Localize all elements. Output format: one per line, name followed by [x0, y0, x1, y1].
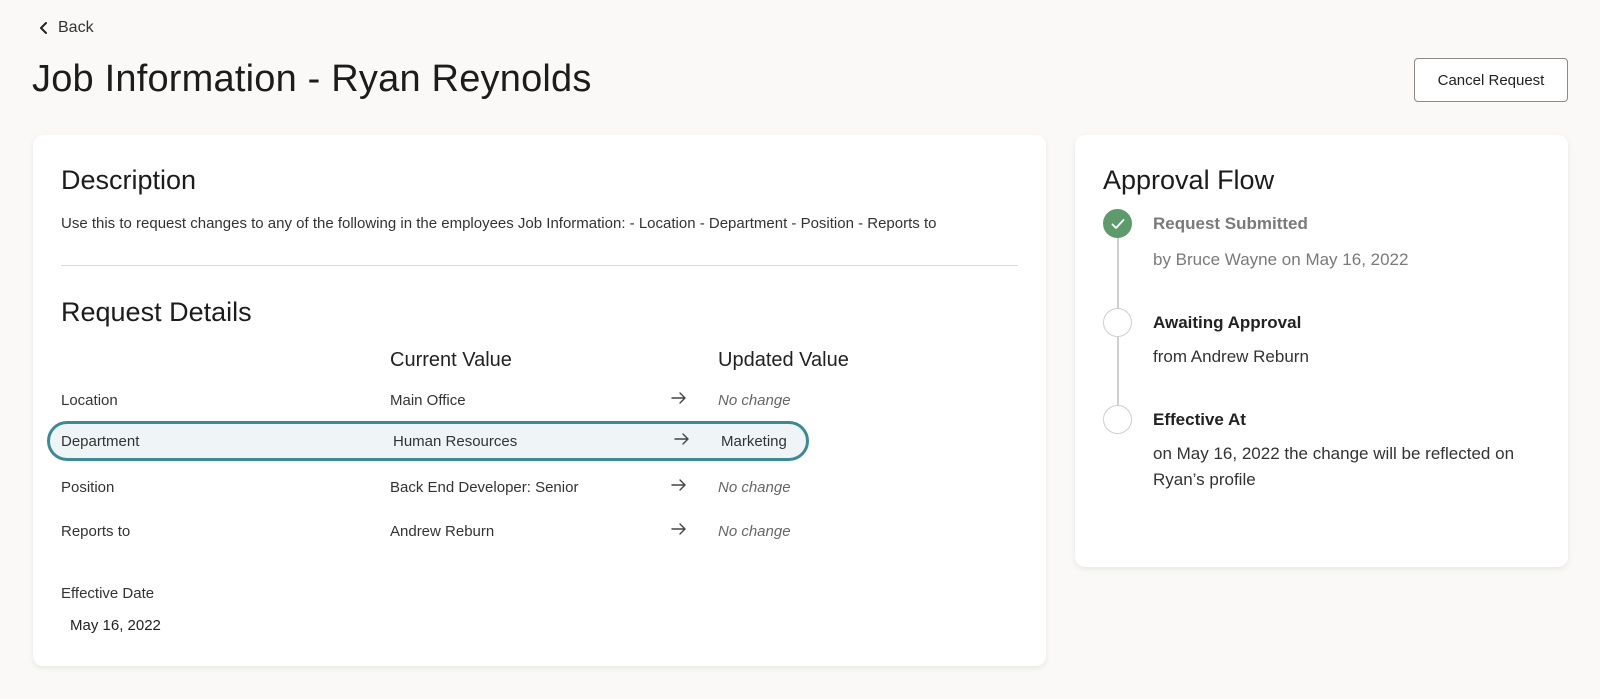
step-subtitle: by Bruce Wayne on May 16, 2022	[1153, 250, 1409, 269]
step-subtitle: on May 16, 2022 the change will be refle…	[1153, 444, 1515, 489]
arrow-right-icon	[674, 431, 690, 447]
request-card: Description Use this to request changes …	[33, 135, 1046, 666]
page-title: Job Information - Ryan Reynolds	[32, 58, 592, 100]
table-row-highlighted: Department Human Resources Marketing	[47, 421, 809, 461]
approval-flow-title: Approval Flow	[1103, 165, 1275, 195]
description-title: Description	[61, 165, 197, 195]
updated-value: Marketing	[721, 433, 787, 450]
check-icon	[1103, 209, 1132, 238]
field-label: Reports to	[61, 523, 131, 540]
table-row: Position Back End Developer: Senior No c…	[61, 468, 801, 508]
updated-value-header: Updated Value	[718, 349, 849, 371]
current-value: Andrew Reburn	[390, 523, 495, 540]
field-label: Department	[61, 433, 140, 450]
table-row: Location Main Office No change	[61, 381, 801, 421]
arrow-right-icon	[671, 477, 687, 493]
pending-step-icon	[1103, 405, 1132, 434]
step-title: Effective At	[1153, 410, 1246, 429]
description-text: Use this to request changes to any of th…	[61, 215, 937, 232]
updated-value: No change	[718, 523, 791, 540]
updated-value: No change	[718, 392, 791, 409]
arrow-right-icon	[671, 390, 687, 406]
current-value-header: Current Value	[390, 349, 512, 371]
cancel-request-button[interactable]: Cancel Request	[1414, 58, 1568, 102]
effective-date-value: May 16, 2022	[70, 617, 161, 634]
request-details-title: Request Details	[61, 297, 252, 327]
effective-date-label: Effective Date	[61, 585, 155, 602]
divider	[61, 265, 1018, 266]
current-value: Back End Developer: Senior	[390, 479, 579, 496]
current-value: Human Resources	[393, 433, 518, 450]
arrow-right-icon	[671, 521, 687, 537]
field-label: Location	[61, 392, 118, 409]
chevron-left-icon	[38, 22, 50, 34]
table-row: Reports to Andrew Reburn No change	[61, 512, 801, 552]
approval-flow-card: Approval Flow Request Submitted by Bruce…	[1075, 135, 1568, 567]
step-title: Request Submitted	[1153, 214, 1308, 233]
pending-step-icon	[1103, 308, 1132, 337]
current-value: Main Office	[390, 392, 466, 409]
back-link[interactable]: Back	[38, 19, 94, 37]
updated-value: No change	[718, 479, 791, 496]
step-title: Awaiting Approval	[1153, 313, 1302, 332]
step-subtitle: from Andrew Reburn	[1153, 347, 1309, 366]
field-label: Position	[61, 479, 115, 496]
back-label: Back	[58, 19, 94, 36]
